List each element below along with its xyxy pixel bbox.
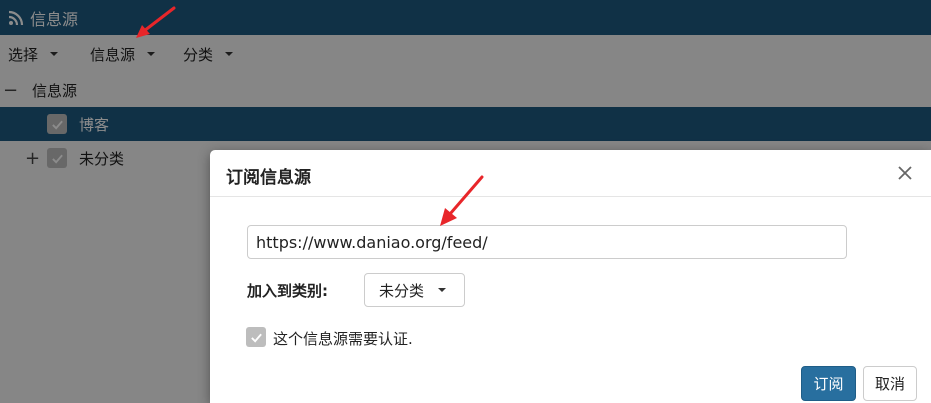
subscribe-button[interactable]: 订阅 xyxy=(801,366,856,401)
auth-checkbox[interactable] xyxy=(246,327,266,347)
category-dropdown[interactable]: 未分类 xyxy=(364,273,465,307)
cancel-button[interactable]: 取消 xyxy=(863,366,917,401)
feed-url-input[interactable] xyxy=(247,225,847,259)
category-label: 加入到类别: xyxy=(247,282,328,300)
subscribe-dialog: 订阅信息源 加入到类别: 未分类 这个信息源需要认证. 订阅 取消 xyxy=(210,150,931,403)
dialog-title: 订阅信息源 xyxy=(226,168,311,188)
annotation-arrow-icon xyxy=(440,175,484,226)
annotation-arrow-icon xyxy=(136,6,176,38)
auth-label[interactable]: 这个信息源需要认证. xyxy=(273,328,413,349)
close-icon[interactable] xyxy=(894,162,916,184)
dialog-header: 订阅信息源 xyxy=(210,150,931,197)
category-selected-value: 未分类 xyxy=(379,281,425,300)
check-icon xyxy=(250,333,262,343)
caret-down-icon xyxy=(438,288,447,292)
